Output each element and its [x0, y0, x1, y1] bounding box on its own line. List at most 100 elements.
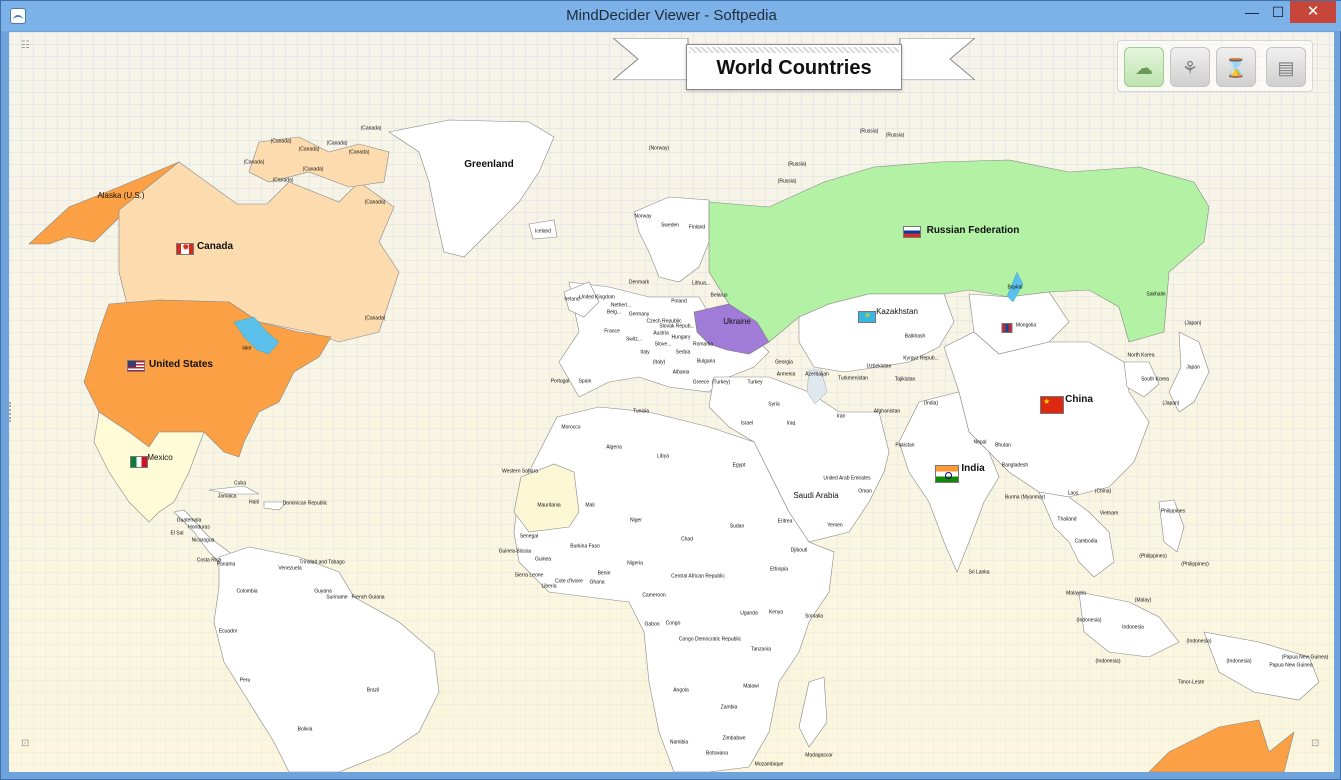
burkina-faso-label[interactable]: Burkina Faso	[570, 544, 599, 550]
angola-label[interactable]: Angola	[673, 688, 689, 694]
left-edge-handle[interactable]	[9, 402, 13, 422]
russia-region[interactable]	[708, 159, 1210, 343]
canada-islands[interactable]	[248, 136, 390, 188]
egypt-label[interactable]: Egypt	[733, 463, 746, 469]
ghana-label[interactable]: Ghana	[589, 580, 604, 586]
israel-label[interactable]: Israel	[741, 421, 753, 427]
belarus-label[interactable]: Belarus	[711, 293, 728, 299]
benin-label[interactable]: Benin	[598, 571, 611, 577]
portugal-label[interactable]: Portugal	[551, 379, 570, 385]
nigeria-label[interactable]: Nigeria	[627, 561, 643, 567]
papua-new-guinea-paren-label[interactable]: (Papua New Guinea)	[1282, 655, 1329, 661]
suriname-label[interactable]: Suriname	[326, 595, 347, 601]
north-korea-label[interactable]: North Korea	[1128, 353, 1155, 359]
tunisia-label[interactable]: Tunisia	[633, 409, 649, 415]
ukraine-label[interactable]: Ukraine	[723, 318, 751, 326]
expand-right-icon[interactable]: ⊡	[1311, 738, 1319, 749]
thailand-label[interactable]: Thailand	[1057, 517, 1076, 523]
south-korea-label[interactable]: South Korea	[1141, 377, 1169, 383]
mexico-label[interactable]: Mexico	[147, 454, 172, 462]
china-paren-label[interactable]: (China)	[1095, 489, 1111, 495]
venezuela-label[interactable]: Venezuela	[278, 566, 301, 572]
albania-label[interactable]: Albania	[673, 370, 690, 376]
ireland-label[interactable]: Ireland	[564, 297, 579, 303]
italy-paren-label[interactable]: (Italy)	[653, 360, 666, 366]
sierra-leone-label[interactable]: Sierra Leone	[515, 573, 544, 579]
iraq-label[interactable]: Iraq	[787, 421, 796, 427]
azerbaijan-label[interactable]: Azerbaijan	[805, 372, 829, 378]
greenland-label[interactable]: Greenland	[464, 160, 513, 170]
indonesia-paren-label[interactable]: (Indonesia)	[1186, 639, 1211, 645]
georgia-label[interactable]: Georgia	[775, 360, 793, 366]
timor-leste-label[interactable]: Timor-Leste	[1178, 680, 1205, 686]
liberia-label[interactable]: Liberia	[541, 584, 556, 590]
turkey-label[interactable]: Turkey	[747, 380, 762, 386]
tanzania-label[interactable]: Tanzania	[751, 647, 771, 653]
saudi-arabia-label[interactable]: Saudi Arabia	[793, 492, 838, 500]
turkmenistan-label[interactable]: Turkmenistan	[838, 376, 868, 382]
slovak-republic-label[interactable]: Slovak Repub...	[659, 324, 694, 330]
russian-federation-label[interactable]: Russian Federation	[927, 226, 1020, 236]
malay-paren-label[interactable]: (Malay)	[1135, 598, 1152, 604]
russia-paren-label[interactable]: (Russia)	[886, 133, 905, 139]
spain-label[interactable]: Spain	[579, 379, 592, 385]
panama-label[interactable]: Panama	[217, 562, 236, 568]
poland-label[interactable]: Poland	[671, 299, 687, 305]
netherlands-label[interactable]: Netherl...	[611, 303, 631, 309]
slovenia-label[interactable]: Slove...	[655, 342, 672, 348]
ecuador-label[interactable]: Ecuador	[219, 629, 238, 635]
norway-label[interactable]: Norway	[635, 214, 652, 220]
indonesia-label[interactable]: Indonesia	[1122, 625, 1144, 631]
hungary-label[interactable]: Hungary	[672, 335, 691, 341]
greenland-region[interactable]	[388, 119, 555, 258]
hourglass-tool[interactable]: ⌛	[1216, 47, 1256, 87]
greece-label[interactable]: Greece	[693, 380, 709, 386]
colombia-label[interactable]: Colombia	[236, 589, 257, 595]
guinea-bissau-label[interactable]: Guinea-Bissau	[499, 549, 532, 555]
nicaragua-label[interactable]: Nicaragua	[192, 538, 215, 544]
western-sahara-label[interactable]: Western Sahara	[502, 469, 538, 475]
russia-paren-label[interactable]: (Russia)	[778, 179, 797, 185]
philippines-label[interactable]: Philippines	[1161, 509, 1185, 515]
iceland-label[interactable]: Iceland	[535, 229, 551, 235]
guinea-label[interactable]: Guinea	[535, 557, 551, 563]
title-bar[interactable]: MindDecider Viewer - Softpedia — ☐ ✕	[1, 1, 1341, 31]
zimbabwe-label[interactable]: Zimbabwe	[722, 736, 745, 742]
japan-paren-label[interactable]: (Japan)	[1163, 401, 1180, 407]
uzbekistan-label[interactable]: Uzbekistan	[867, 364, 892, 370]
senegal-label[interactable]: Senegal	[520, 534, 538, 540]
map-canvas[interactable]: World Countries ☁ ⚘ ⌛ ▤ ☷ ⊡ ⊡ Alaska (U.…	[9, 32, 1334, 772]
south-america[interactable]	[213, 546, 440, 772]
belgium-label[interactable]: Belg...	[607, 310, 621, 316]
bangladesh-label[interactable]: Bangladesh	[1002, 463, 1028, 469]
papua-new-guinea-label[interactable]: Papua New Guinea	[1269, 663, 1312, 669]
turkey-paren-label[interactable]: (Turkey)	[712, 380, 730, 386]
sudan-label[interactable]: Sudan	[730, 524, 744, 530]
sweden-label[interactable]: Sweden	[661, 223, 679, 229]
dominican-republic-label[interactable]: Dominican Republic	[283, 501, 327, 507]
expand-left-icon[interactable]: ⊡	[21, 738, 29, 749]
italy-label[interactable]: Italy	[640, 350, 649, 356]
central-african-republic-label[interactable]: Central African Republic	[671, 574, 725, 580]
madagascar-region[interactable]	[798, 676, 828, 748]
document-tool[interactable]: ▤	[1266, 47, 1306, 87]
tree-tool[interactable]: ⚘	[1170, 47, 1210, 87]
russia-paren-label[interactable]: (Russia)	[860, 129, 879, 135]
minimize-button[interactable]: —	[1238, 1, 1266, 23]
world-map[interactable]	[9, 32, 1334, 772]
indonesia-paren-label[interactable]: (Indonesia)	[1076, 618, 1101, 624]
madagascar-label[interactable]: Madagascar	[805, 753, 833, 759]
uae-label[interactable]: United Arab Emirates	[823, 476, 870, 482]
china-label[interactable]: China	[1065, 395, 1093, 405]
haiti-label[interactable]: Haiti	[249, 500, 259, 506]
united-kingdom-label[interactable]: United Kingdom	[579, 295, 615, 301]
canada-label[interactable]: Canada	[197, 242, 233, 252]
kazakhstan-label[interactable]: Kazakhstan	[876, 308, 918, 316]
morocco-label[interactable]: Morocco	[561, 425, 580, 431]
lithuania-label[interactable]: Lithua...	[692, 281, 710, 287]
russia-paren-label[interactable]: (Russia)	[788, 162, 807, 168]
balkhash-label[interactable]: Balkhash	[905, 334, 926, 340]
namibia-label[interactable]: Namibia	[670, 740, 688, 746]
libya-label[interactable]: Libya	[657, 454, 669, 460]
algeria-label[interactable]: Algeria	[606, 445, 622, 451]
